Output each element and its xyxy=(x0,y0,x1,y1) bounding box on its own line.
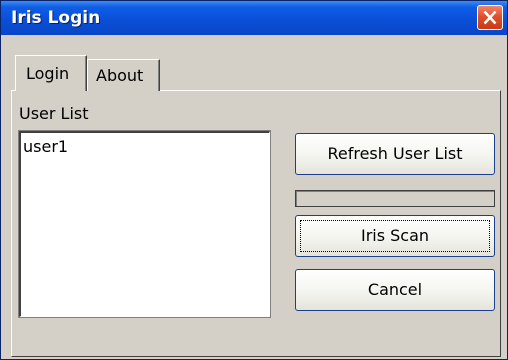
tab-about-label: About xyxy=(96,66,144,85)
user-list-item[interactable]: user1 xyxy=(23,137,68,156)
tab-login[interactable]: Login xyxy=(15,55,87,91)
tab-login-label: Login xyxy=(26,64,70,83)
close-button[interactable] xyxy=(477,5,503,30)
refresh-user-list-button[interactable]: Refresh User List xyxy=(295,133,495,175)
close-icon xyxy=(483,10,497,25)
scan-progress-bar xyxy=(295,190,495,207)
user-listbox[interactable]: user1 xyxy=(18,130,271,318)
title-bar[interactable]: Iris Login xyxy=(1,1,507,35)
window-title: Iris Login xyxy=(11,8,101,28)
cancel-button[interactable]: Cancel xyxy=(295,269,495,311)
focus-rectangle xyxy=(300,220,490,252)
window-client-area: Login About User List user1 Refresh User… xyxy=(3,35,505,357)
tab-about[interactable]: About xyxy=(87,59,160,91)
iris-login-window: Iris Login Login About User List user1 R… xyxy=(0,0,508,360)
iris-scan-button[interactable]: Iris Scan xyxy=(295,215,495,257)
user-list-label: User List xyxy=(19,104,89,123)
